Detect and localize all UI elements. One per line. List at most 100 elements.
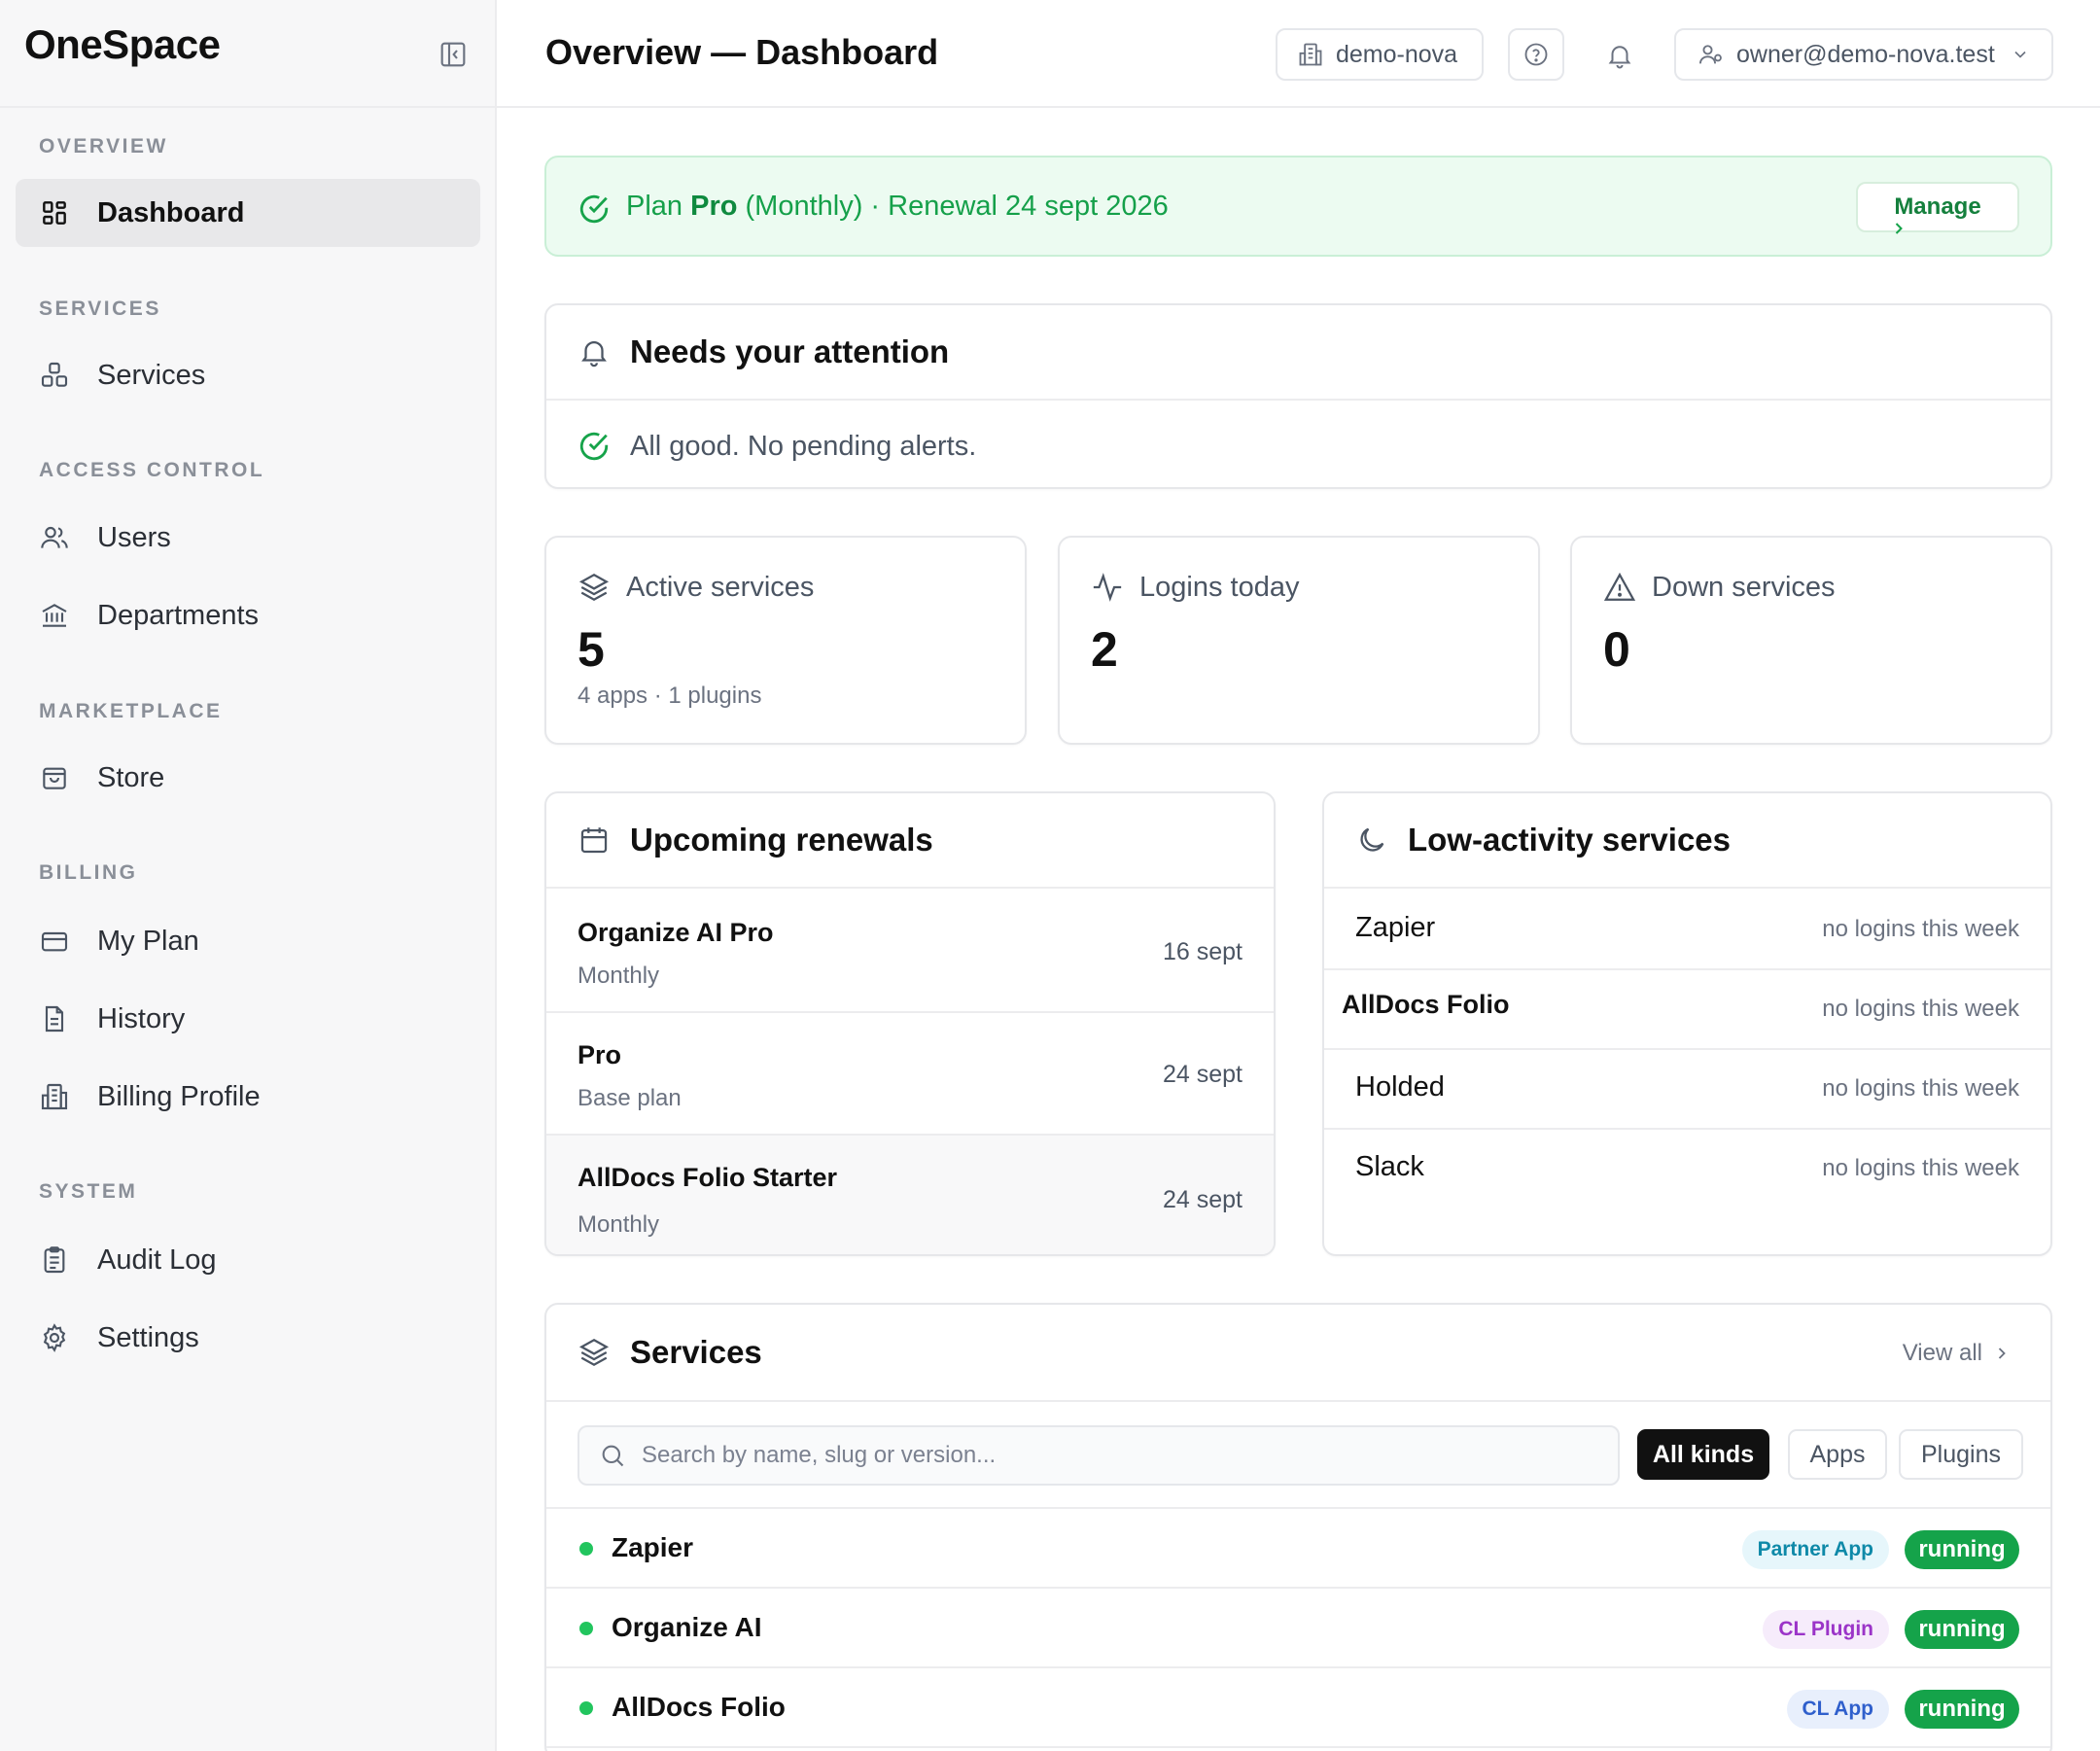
nav-section-system: SYSTEM: [39, 1180, 138, 1203]
low-activity-service: AllDocs Folio: [1342, 990, 1510, 1019]
low-activity-service: Zapier: [1355, 912, 1436, 943]
status-badge: running: [1905, 1690, 2019, 1729]
low-activity-header: Low-activity services: [1324, 793, 2050, 889]
sidebar-item-label: Audit Log: [97, 1243, 217, 1276]
stat-card-down-services: Down services 0: [1570, 536, 2052, 745]
stat-label: Down services: [1652, 571, 1836, 603]
sidebar-item-label: Users: [97, 521, 171, 553]
sidebar-item-label: My Plan: [97, 925, 199, 957]
view-all-label: View all: [1902, 1340, 1982, 1366]
building-icon: [39, 600, 70, 631]
low-activity-note: no logins this week: [1822, 916, 2019, 942]
sidebar-item-history[interactable]: History: [16, 985, 480, 1053]
filter-plugins[interactable]: Plugins: [1899, 1429, 2023, 1480]
low-activity-row[interactable]: Holded no logins this week: [1324, 1050, 2050, 1130]
search-input[interactable]: [642, 1442, 1575, 1469]
renewal-name: AllDocs Folio Starter: [578, 1163, 838, 1192]
app-logo: OneSpace: [24, 21, 221, 67]
low-activity-note: no logins this week: [1822, 1075, 2019, 1102]
help-icon: [1522, 41, 1550, 68]
sidebar-item-my-plan[interactable]: My Plan: [16, 907, 480, 975]
collapse-sidebar-icon[interactable]: [438, 39, 469, 70]
stat-label: Logins today: [1139, 571, 1300, 603]
kind-badge: CL App: [1786, 1690, 1889, 1729]
low-activity-title: Low-activity services: [1408, 822, 1731, 858]
stat-label-row: Down services: [1603, 571, 1836, 604]
low-activity-row[interactable]: Zapier no logins this week: [1324, 891, 2050, 970]
search-icon: [599, 1442, 626, 1469]
status-dot: [579, 1542, 593, 1556]
billing-profile-icon: [39, 1081, 70, 1112]
sidebar-item-services[interactable]: Services: [16, 341, 480, 409]
nav-section-billing: BILLING: [39, 861, 138, 884]
chevron-right-icon: [1889, 219, 1908, 238]
service-row[interactable]: Organize AI CL Plugin running: [546, 1589, 2050, 1668]
plan-name: Pro: [690, 191, 738, 222]
renewal-row[interactable]: Organize AI Pro Monthly 16 sept: [546, 891, 1274, 1013]
renewal-name: Pro: [578, 1040, 622, 1069]
service-row[interactable]: AllDocs Folio CL App running: [546, 1668, 2050, 1748]
org-switcher-button[interactable]: demo-nova: [1276, 28, 1484, 81]
low-activity-list: Zapier no logins this week AllDocs Folio…: [1324, 891, 2050, 1254]
status-badge: running: [1905, 1530, 2019, 1569]
manage-plan-button[interactable]: Manage: [1856, 182, 2019, 234]
user-menu-button[interactable]: owner@demo-nova.test: [1674, 28, 2053, 81]
stat-card-active-services: Active services 5 4 apps · 1 plugins: [544, 536, 1027, 745]
brand-row: OneSpace: [0, 0, 495, 108]
sidebar-item-label: Services: [97, 359, 206, 391]
renewal-row[interactable]: AllDocs Folio Starter Monthly 24 sept: [546, 1136, 1274, 1254]
plan-summary: Plan Pro (Monthly) · Renewal 24 sept 202…: [626, 191, 1169, 223]
stat-value: 2: [1091, 622, 1118, 677]
notifications-button[interactable]: [1592, 28, 1645, 81]
check-circle-icon: [578, 193, 611, 226]
sidebar-item-dashboard[interactable]: Dashboard: [16, 179, 480, 247]
renewal-cycle: Base plan: [578, 1085, 682, 1111]
stat-label-row: Active services: [578, 571, 814, 604]
moon-icon: [1355, 823, 1388, 857]
service-row[interactable]: Zapier Partner App running: [546, 1509, 2050, 1589]
renewal-date: 16 sept: [1162, 938, 1242, 965]
attention-title: Needs your attention: [630, 333, 950, 369]
renewal-row[interactable]: Pro Base plan 24 sept: [546, 1013, 1274, 1136]
renewal-date: 24 sept: [1162, 1186, 1242, 1213]
status-badge: running: [1905, 1610, 2019, 1649]
sidebar-item-departments[interactable]: Departments: [16, 581, 480, 649]
view-all-link[interactable]: View all: [1903, 1340, 2012, 1367]
users-icon: [39, 522, 70, 553]
nav-section-overview: OVERVIEW: [39, 135, 168, 158]
sidebar-item-audit-log[interactable]: Audit Log: [16, 1226, 480, 1294]
user-icon: [1698, 41, 1725, 68]
filter-apps[interactable]: Apps: [1788, 1429, 1887, 1480]
low-activity-note: no logins this week: [1822, 1155, 2019, 1181]
sidebar: OneSpace OVERVIEW Dashboard SERVICES Ser…: [0, 0, 497, 1751]
activity-icon: [1091, 571, 1124, 604]
sidebar-item-label: History: [97, 1002, 186, 1034]
services-toolbar: All kinds Apps Plugins: [546, 1402, 2050, 1509]
sidebar-item-settings[interactable]: Settings: [16, 1304, 480, 1372]
services-header: Services: [546, 1305, 2050, 1402]
calendar-icon: [578, 823, 611, 857]
plan-prefix: Plan: [626, 191, 683, 222]
store-icon: [39, 762, 70, 793]
service-name: AllDocs Folio: [612, 1692, 786, 1722]
chevron-down-icon: [2011, 45, 2030, 64]
renewal-cycle: Monthly: [578, 1211, 660, 1238]
low-activity-row[interactable]: Slack no logins this week: [1324, 1130, 2050, 1209]
stat-card-logins-today: Logins today 2: [1058, 536, 1540, 745]
low-activity-service: Slack: [1355, 1151, 1424, 1182]
renewals-title: Upcoming renewals: [630, 822, 933, 858]
filter-all-kinds[interactable]: All kinds: [1637, 1429, 1769, 1480]
help-button[interactable]: [1508, 28, 1564, 81]
sidebar-item-billing-profile[interactable]: Billing Profile: [16, 1063, 480, 1131]
warning-icon: [1603, 571, 1636, 604]
attention-header: Needs your attention: [546, 305, 2050, 401]
layers-icon: [578, 1336, 611, 1369]
low-activity-row[interactable]: AllDocs Folio no logins this week: [1324, 970, 2050, 1050]
chevron-right-icon: [1992, 1344, 2012, 1363]
sidebar-item-store[interactable]: Store: [16, 744, 480, 812]
sidebar-item-users[interactable]: Users: [16, 504, 480, 572]
attention-message: All good. No pending alerts.: [630, 430, 977, 462]
stat-value: 0: [1603, 622, 1630, 677]
attention-card: Needs your attention All good. No pendin…: [544, 303, 2052, 489]
services-title: Services: [630, 1334, 762, 1370]
